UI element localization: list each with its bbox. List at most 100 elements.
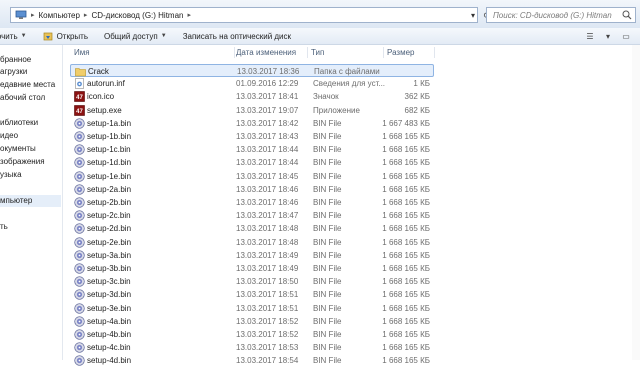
chevron-right-icon[interactable]: ▸ [84,11,88,19]
organize-button[interactable]: Упорядочить ▼ [0,32,27,41]
file-name: Crack [88,67,109,76]
view-options-icon[interactable]: ☰ [584,30,596,42]
file-row[interactable]: setup-2e.bin 13.03.2017 18:48 BIN File 1 66… [70,236,434,249]
file-row[interactable]: setup-4a.bin 13.03.2017 18:52 BIN File 1 66… [70,315,434,328]
column-divider[interactable] [307,47,308,58]
sidebar-item-documents[interactable]: окументы [0,143,36,155]
file-row[interactable]: setup-1d.bin 13.03.2017 18:44 BIN File 1 66… [70,156,434,169]
column-divider[interactable] [234,47,235,58]
file-row[interactable]: setup-1e.bin 13.03.2017 18:45 BIN File 1 66… [70,170,434,183]
file-size: 1 КБ [413,79,430,89]
file-row[interactable]: setup-1c.bin 13.03.2017 18:44 BIN File 1 66… [70,143,434,156]
column-header-type[interactable]: Тип [311,48,324,57]
sidebar-item-network[interactable]: ть [0,221,8,233]
breadcrumb-computer[interactable]: Компьютер [39,11,80,20]
column-header-size[interactable]: Размер [387,48,415,57]
sidebar-item-libraries[interactable]: иблиотеки [0,117,38,129]
file-row[interactable]: setup-3b.bin 13.03.2017 18:49 BIN File 1 66… [70,262,434,275]
file-date: 01.09.2016 12:29 [236,79,299,89]
file-date: 13.03.2017 18:43 [236,132,299,141]
file-size: 1 668 165 КБ [382,330,430,339]
file-row[interactable]: setup-2a.bin 13.03.2017 18:46 BIN File 1 66… [70,183,434,196]
file-name: autorun.inf [87,79,125,89]
file-name: setup-2e.bin [87,237,132,247]
file-size: 1 668 165 КБ [382,343,430,353]
open-button[interactable]: Открыть [43,32,88,41]
file-date: 13.03.2017 18:49 [236,250,299,260]
search-input[interactable]: Поиск: CD-дисковод (G:) Hitman [486,7,636,23]
share-button[interactable]: Общий доступ ▼ [104,32,167,41]
command-toolbar: Упорядочить ▼ Открыть Общий доступ ▼ Зап… [0,28,640,45]
file-row[interactable]: 47 setup.exe 13.03.2017 19:07 Приложение 682… [70,104,434,117]
scrollbar[interactable] [632,45,640,360]
sidebar-item-pictures[interactable]: зображения [0,156,45,168]
preview-pane-icon[interactable]: ▭ [620,30,632,42]
file-name: setup-2a.bin [87,184,132,194]
file-size: 1 668 165 КБ [382,316,430,326]
file-name: setup-2d.bin [87,224,132,234]
column-headers: Имя Дата изменения Тип Размер [62,45,640,59]
file-row[interactable]: setup-2d.bin 13.03.2017 18:48 BIN File 1 66… [70,222,434,235]
sidebar-item-recent-places[interactable]: едавние места [0,79,55,91]
file-row[interactable]: Crack 13.03.2017 18:36 Папка с файлами [70,64,434,77]
file-size: 1 668 165 КБ [382,132,430,141]
column-header-date[interactable]: Дата изменения [236,48,296,57]
file-name: icon.ico [87,92,115,102]
file-name: setup-4c.bin [87,343,131,353]
file-size: 1 668 165 КБ [382,250,430,260]
open-icon [43,32,52,40]
file-name: setup-1b.bin [87,132,132,141]
breadcrumb-cd-drive[interactable]: CD-дисковод (G:) Hitman [91,11,183,20]
search-placeholder: Поиск: CD-дисковод (G:) Hitman [493,10,612,20]
file-type: BIN File [313,132,342,141]
file-row[interactable]: setup-4b.bin 13.03.2017 18:52 BIN File 1 66… [70,328,434,341]
file-name: setup-1a.bin [87,118,132,128]
column-header-name[interactable]: Имя [74,48,90,57]
file-date: 13.03.2017 18:54 [236,356,299,366]
chevron-right-icon[interactable]: ▸ [188,11,192,19]
sidebar-item-video[interactable]: идео [0,130,18,142]
sidebar-item-music[interactable]: узыка [0,169,22,181]
chevron-down-icon[interactable]: ▾ [602,30,614,42]
file-row[interactable]: setup-2b.bin 13.03.2017 18:46 BIN File 1 66… [70,196,434,209]
sidebar-item-favorites[interactable]: бранное [0,54,31,66]
column-divider[interactable] [434,47,435,58]
search-icon[interactable] [622,10,632,20]
file-type: Приложение [313,105,360,115]
file-row[interactable]: 47 icon.ico 13.03.2017 18:41 Значок 362 КБ [70,90,434,103]
dropdown-icon[interactable]: ▾ [466,7,480,23]
file-row[interactable]: setup-2c.bin 13.03.2017 18:47 BIN File 1 66… [70,209,434,222]
bin-file-icon [74,223,85,235]
breadcrumb: ▸ Компьютер ▸ CD-дисковод (G:) Hitman ▸ [27,11,195,20]
file-row[interactable]: setup-1b.bin 13.03.2017 18:43 BIN File 1 66… [70,130,434,143]
hitman-icon: 47 [74,91,85,103]
file-name: setup-4a.bin [87,316,132,326]
file-size: 1 667 483 КБ [382,118,430,128]
sidebar-item-downloads[interactable]: агрузки [0,66,27,78]
sidebar-item-computer[interactable]: мпьютер [0,195,61,207]
file-type: BIN File [313,184,342,194]
file-name: setup-4d.bin [87,356,132,366]
column-divider[interactable] [383,47,384,58]
file-size: 1 668 165 КБ [382,237,430,247]
file-type: Значок [313,92,339,102]
bin-file-icon [74,131,85,142]
file-row[interactable]: setup-4d.bin 13.03.2017 18:54 BIN File 1 66… [70,354,434,367]
file-row[interactable]: setup-1a.bin 13.03.2017 18:42 BIN File 1 66… [70,117,434,130]
file-date: 13.03.2017 18:44 [236,158,299,168]
file-name: setup-3d.bin [87,290,132,300]
file-row[interactable]: setup-3c.bin 13.03.2017 18:50 BIN File 1 66… [70,275,434,288]
file-date: 13.03.2017 18:51 [236,290,299,300]
file-row[interactable]: autorun.inf 01.09.2016 12:29 Сведения для … [70,77,434,90]
file-row[interactable]: setup-3a.bin 13.03.2017 18:49 BIN File 1 66… [70,249,434,262]
file-type: BIN File [313,211,342,221]
file-row[interactable]: setup-4c.bin 13.03.2017 18:53 BIN File 1 66… [70,341,434,354]
file-row[interactable]: setup-3e.bin 13.03.2017 18:51 BIN File 1 66… [70,302,434,315]
file-name: setup-2c.bin [87,211,131,221]
sidebar-item-desktop[interactable]: абочий стол [0,92,45,104]
file-size: 1 668 165 КБ [382,264,430,273]
burn-button[interactable]: Записать на оптический диск [183,32,291,41]
bin-file-icon [74,250,85,261]
address-bar[interactable]: ▸ Компьютер ▸ CD-дисковод (G:) Hitman ▸ [10,7,478,23]
file-row[interactable]: setup-3d.bin 13.03.2017 18:51 BIN File 1 66… [70,288,434,301]
